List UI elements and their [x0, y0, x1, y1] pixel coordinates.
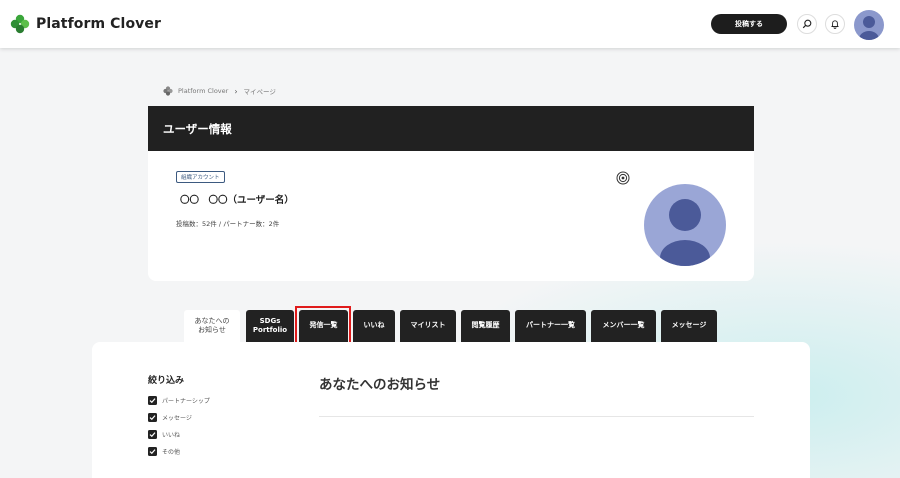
breadcrumb: Platform Clover › マイページ	[163, 86, 276, 96]
clover-logo-icon	[163, 86, 173, 96]
tab-members[interactable]: メンバー一覧	[591, 310, 656, 342]
tab-label: パートナー一覧	[526, 321, 575, 330]
search-button[interactable]	[797, 14, 817, 34]
tab-notifications[interactable]: あなたへの お知らせ	[184, 310, 240, 342]
tab-label: あなたへの お知らせ	[194, 316, 230, 334]
checkbox[interactable]	[148, 447, 157, 456]
filter-item-other[interactable]: その他	[148, 447, 180, 456]
check-icon	[149, 449, 156, 455]
post-button[interactable]: 投稿する	[711, 14, 787, 34]
tab-mylist[interactable]: マイリスト	[400, 310, 456, 342]
user-name: 〇〇 〇〇（ユーザー名）	[180, 195, 294, 206]
check-icon	[149, 432, 156, 438]
content-panel: 絞り込み パートナーシップ メッセージ いいね その他 あなたへのお知らせ	[92, 342, 810, 478]
filter-label: いいね	[162, 432, 181, 439]
tab-partners[interactable]: パートナー一覧	[515, 310, 586, 342]
user-info-header: ユーザー情報	[148, 106, 754, 151]
tab-label: SDGs Portfolio	[252, 316, 288, 334]
check-icon	[149, 398, 156, 404]
filter-label: その他	[162, 449, 181, 456]
tab-history[interactable]: 閲覧履歴	[461, 310, 510, 342]
tab-label: いいね	[363, 321, 385, 330]
checkbox[interactable]	[148, 396, 157, 405]
tab-sdgs-portfolio[interactable]: SDGs Portfolio	[246, 310, 294, 342]
tab-likes[interactable]: いいね	[353, 310, 395, 342]
app-name: Platform Clover	[36, 16, 161, 32]
filter-item-partnership[interactable]: パートナーシップ	[148, 396, 210, 405]
checkbox[interactable]	[148, 413, 157, 422]
filter-label: メッセージ	[162, 415, 192, 422]
tab-posts[interactable]: 発信一覧	[299, 310, 348, 342]
divider	[319, 416, 754, 417]
filter-title: 絞り込み	[148, 376, 185, 386]
tab-messages[interactable]: メッセージ	[661, 310, 717, 342]
checkbox[interactable]	[148, 430, 157, 439]
search-icon	[802, 19, 812, 29]
filter-label: パートナーシップ	[162, 398, 210, 405]
filter-item-message[interactable]: メッセージ	[148, 413, 192, 422]
top-bar: Platform Clover 投稿する	[0, 0, 900, 48]
breadcrumb-separator: ›	[234, 86, 238, 96]
tab-label: メンバー一覧	[602, 321, 645, 330]
tab-label: マイリスト	[410, 321, 446, 330]
tab-label: 閲覧履歴	[471, 321, 500, 330]
user-info-card: 組織アカウント 〇〇 〇〇（ユーザー名） 投稿数：52件 / パートナー数：2件	[148, 151, 754, 281]
tab-label: 発信一覧	[309, 321, 338, 330]
check-icon	[149, 415, 156, 421]
user-avatar	[644, 184, 726, 266]
brand[interactable]: Platform Clover	[10, 14, 161, 34]
breadcrumb-current: マイページ	[243, 88, 276, 96]
user-stats: 投稿数：52件 / パートナー数：2件	[176, 220, 280, 228]
breadcrumb-home[interactable]: Platform Clover	[178, 87, 228, 95]
section-title: あなたへのお知らせ	[319, 377, 441, 393]
user-info-title: ユーザー情報	[163, 121, 232, 136]
user-avatar-button[interactable]	[854, 10, 884, 40]
org-account-badge: 組織アカウント	[176, 171, 225, 183]
filter-item-likes[interactable]: いいね	[148, 430, 180, 439]
avatar-icon	[660, 199, 710, 266]
settings-target-icon[interactable]	[616, 171, 630, 185]
notification-button[interactable]	[825, 14, 845, 34]
avatar-icon	[859, 16, 879, 40]
bell-icon	[831, 20, 839, 29]
clover-logo-icon	[10, 14, 30, 34]
tab-label: メッセージ	[671, 321, 707, 330]
